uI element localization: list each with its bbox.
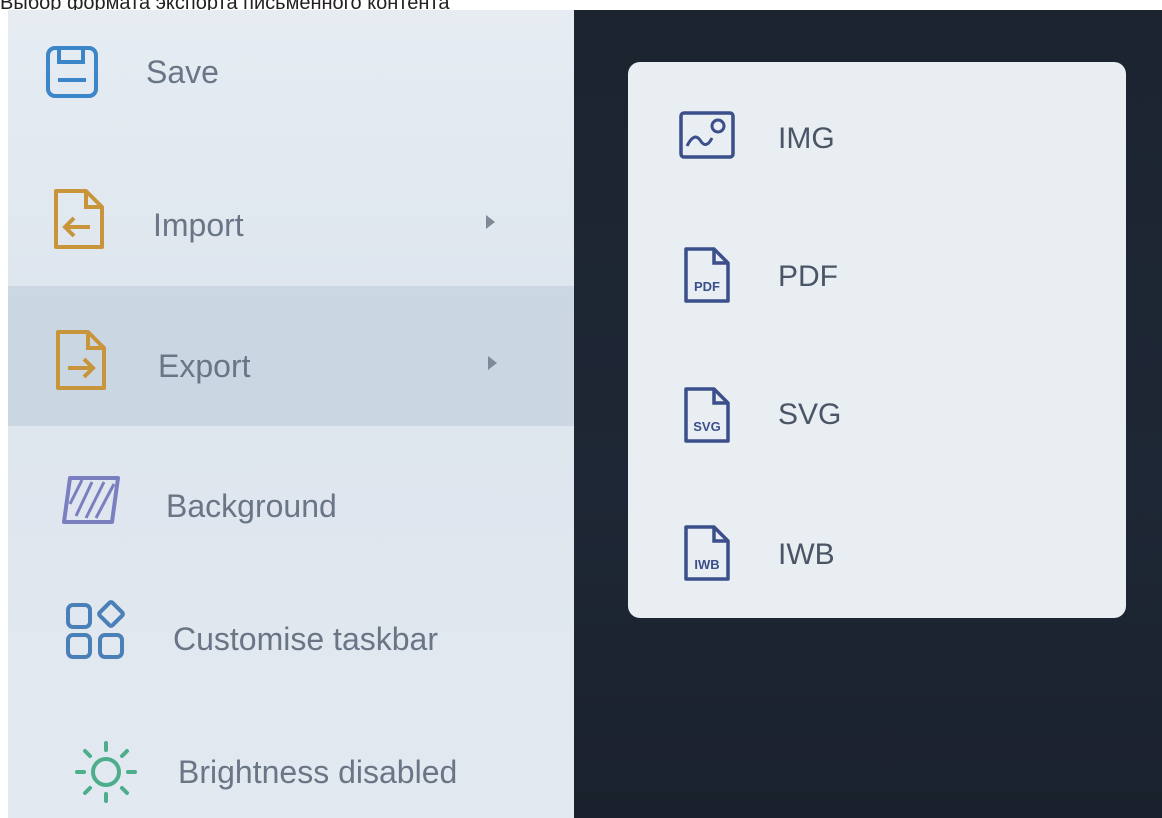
menu-item-label: Save (146, 54, 219, 90)
format-label: IMG (778, 122, 835, 155)
export-format-menu: IMG PDF PDF SVG SVG IWB IWB (628, 62, 1126, 618)
screen-photo: Save Import Export Background Customise … (8, 10, 1162, 818)
taskbar-icon (64, 599, 128, 663)
menu-item-import[interactable]: Import (8, 145, 574, 285)
background-icon (60, 468, 124, 532)
export-icon (48, 328, 112, 392)
menu-item-label: Background (166, 488, 337, 524)
menu-item-label: Brightness disabled (178, 754, 458, 790)
file-tag: PDF (694, 279, 720, 294)
main-menu: Save Import Export Background Customise … (8, 10, 574, 818)
format-item-pdf[interactable]: PDF PDF (628, 212, 1126, 332)
format-label: SVG (778, 398, 842, 431)
menu-item-brightness[interactable]: Brightness disabled (8, 700, 574, 818)
chevron-right-icon (488, 356, 497, 370)
format-label: PDF (778, 260, 838, 293)
menu-item-label: Import (153, 207, 244, 243)
menu-item-label: Customise taskbar (173, 621, 438, 657)
pdf-file-icon: PDF (678, 246, 736, 304)
menu-item-label: Export (158, 348, 251, 384)
menu-item-export[interactable]: Export (8, 286, 574, 426)
menu-item-save[interactable]: Save (8, 10, 574, 150)
format-item-svg[interactable]: SVG SVG (628, 350, 1126, 470)
image-file-icon (678, 106, 736, 164)
chevron-right-icon (486, 215, 495, 229)
save-icon (40, 40, 104, 104)
menu-item-customise-taskbar[interactable]: Customise taskbar (8, 565, 574, 705)
format-item-img[interactable]: IMG (628, 74, 1126, 194)
format-item-iwb[interactable]: IWB IWB (628, 490, 1126, 610)
menu-item-background[interactable]: Background (8, 428, 574, 568)
file-tag: IWB (694, 557, 719, 572)
svg-file-icon: SVG (678, 386, 736, 444)
iwb-file-icon: IWB (678, 524, 736, 582)
image-caption: Выбор формата экспорта письменного конте… (0, 0, 450, 10)
file-tag: SVG (693, 419, 720, 434)
import-icon (46, 187, 110, 251)
brightness-icon (74, 740, 138, 804)
format-label: IWB (778, 538, 835, 571)
